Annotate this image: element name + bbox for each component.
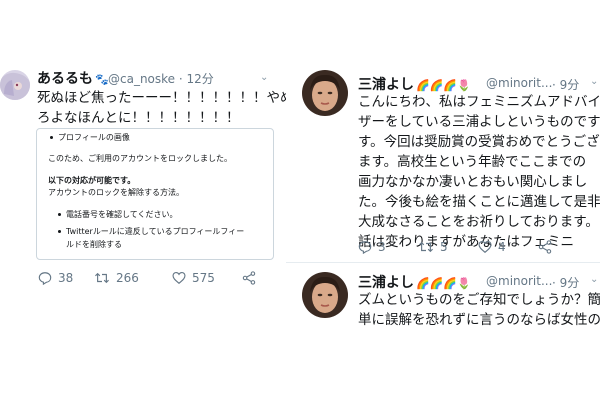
tweet-text: 死ぬほど焦ったーーー！！！！！！！やめ ろよなほんとに！！！！！！！！ [37, 90, 294, 126]
share-icon [538, 240, 552, 254]
reply-button[interactable]: 38 [38, 271, 94, 285]
avatar-arurumo[interactable] [0, 70, 30, 100]
tweet-actions: 3 5 4 [358, 240, 552, 254]
bullet-icon [58, 213, 61, 216]
retweet-count: 5 [440, 240, 448, 254]
tweet-text: こんにちわ、私はフェミニズムアドバイ ザーをしている三浦よしというものです す。… [358, 94, 600, 250]
chevron-down-icon[interactable]: ⌄ [260, 72, 268, 83]
author-name[interactable]: 三浦よし 🌈🌈🌈🌷 [358, 74, 471, 94]
avatar-miura-yoshi[interactable] [302, 272, 348, 318]
chevron-down-icon[interactable]: ⌄ [590, 274, 598, 285]
avatar-miura-yoshi[interactable] [302, 70, 348, 116]
like-icon [172, 272, 186, 284]
paw-emoji: 🐾 [95, 73, 109, 86]
author-handle[interactable]: @minorit... [486, 76, 552, 90]
retweet-icon [419, 241, 433, 253]
bullet-icon [58, 230, 61, 233]
like-count: 575 [192, 271, 215, 285]
like-button[interactable]: 4 [478, 240, 538, 254]
tweet-time[interactable]: · 9分 [552, 274, 579, 291]
card-locked-text: このため、ご利用のアカウントをロックしました。 [48, 154, 232, 163]
author-handle[interactable]: @ca_noske · 12分 [108, 70, 214, 87]
author-handle[interactable]: @minorit... [486, 274, 552, 288]
tweet-divider [286, 262, 600, 263]
card-title: プロフィールの画像 [58, 133, 130, 142]
card-bullet-2-cont: ルドを削除する [66, 240, 122, 249]
reply-count: 38 [58, 271, 74, 285]
reply-icon [358, 241, 372, 254]
bullet-icon [50, 136, 53, 139]
author-name[interactable]: あるるも 🐾 [37, 68, 109, 88]
tweet-actions: 38 266 575 [38, 271, 256, 285]
retweet-icon [95, 272, 109, 284]
card-bullet-2: Twitterルールに違反しているプロフィールフィー [66, 227, 245, 236]
like-button[interactable]: 575 [172, 271, 242, 285]
reply-count: 3 [378, 240, 386, 254]
card-bullet-1: 電話番号を確認してください。 [66, 210, 178, 219]
like-icon [478, 241, 492, 253]
share-button[interactable] [242, 271, 256, 285]
card-heading: 以下の対応が可能です。 [48, 176, 136, 185]
reply-icon [38, 272, 52, 285]
retweet-button[interactable]: 5 [418, 240, 478, 254]
retweet-count: 266 [116, 271, 139, 285]
right-tweet-2[interactable]: 三浦よし 🌈🌈🌈🌷 @minorit... · 9分 ⌄ ズムというものをご存知で… [286, 264, 600, 328]
reply-button[interactable]: 3 [358, 240, 418, 254]
retweet-button[interactable]: 266 [94, 271, 172, 285]
author-name[interactable]: 三浦よし 🌈🌈🌈🌷 [358, 272, 471, 292]
emoji-rainbows: 🌈🌈🌈🌷 [416, 277, 471, 290]
share-icon [242, 271, 256, 285]
share-button[interactable] [538, 240, 552, 254]
tweet-text: ズムというものをご存知でしょうか？簡 単に誤解を恐れずに言うのならば女性の [358, 292, 600, 328]
card-unlock-link[interactable]: アカウントのロックを解除する方法。 [48, 187, 184, 198]
emoji-rainbows: 🌈🌈🌈🌷 [416, 79, 471, 92]
chevron-down-icon[interactable]: ⌄ [590, 76, 598, 87]
like-count: 4 [498, 240, 506, 254]
left-tweet[interactable]: あるるも 🐾 @ca_noske · 12分 ⌄ 死ぬほど焦ったーーー！！！！！！… [0, 62, 294, 298]
tweet-time[interactable]: · 9分 [552, 76, 579, 93]
embedded-notice-card[interactable]: プロフィールの画像 このため、ご利用のアカウントをロックしました。 以下の対応が… [36, 128, 274, 260]
